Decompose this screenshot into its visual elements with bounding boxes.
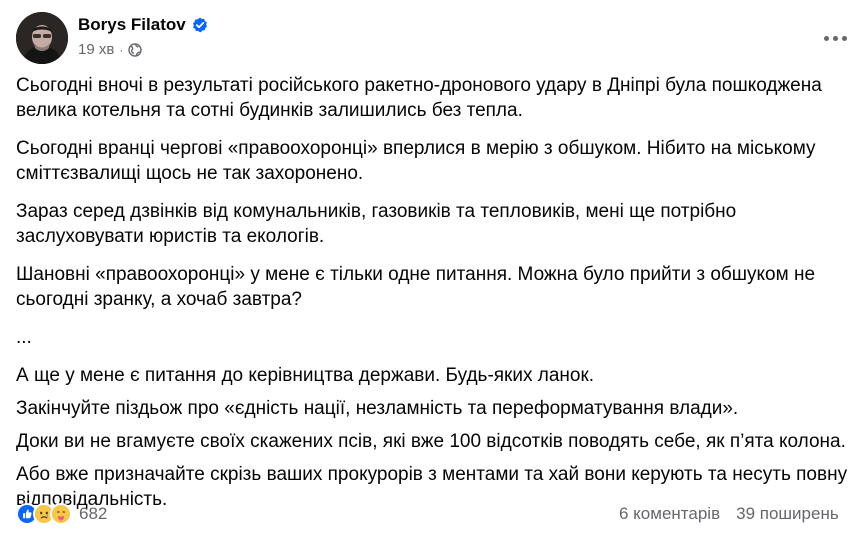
post-paragraph: Доки ви не вгамуєте своїх скажених псів,… [16, 431, 846, 452]
reactions-count[interactable]: 682 [79, 504, 107, 524]
author-name-link[interactable]: Borys Filatov [78, 15, 186, 35]
care-icon [50, 503, 72, 525]
post-paragraph: Сьогодні вночі в результаті російського … [16, 75, 822, 121]
post-paragraph: Закінчуйте піздьож про «єдність нації, н… [16, 398, 739, 419]
author-info: Borys Filatov 19 хв · [78, 12, 208, 58]
post-meta: 19 хв · [78, 41, 208, 58]
more-dot-icon [832, 35, 838, 41]
post-paragraph: Зараз серед дзвінків від комунальників, … [16, 201, 737, 247]
reactions-summary[interactable] [16, 503, 72, 525]
post-timestamp-link[interactable]: 19 хв [78, 41, 114, 58]
shares-count-link[interactable]: 39 поширень [736, 504, 839, 524]
more-dot-icon [823, 35, 829, 41]
post-header: Borys Filatov 19 хв · [16, 12, 208, 66]
post-paragraph: А ще у мене є питання до керівництва дер… [16, 365, 595, 386]
post-body: Сьогодні вночі в результаті російського … [16, 73, 858, 520]
post-paragraph: Сьогодні вранці чергові «правоохоронці» … [16, 138, 816, 184]
verified-badge-icon [192, 17, 208, 33]
author-name-row: Borys Filatov [78, 15, 208, 35]
more-options-button[interactable] [821, 28, 849, 48]
comments-count-link[interactable]: 6 коментарів [619, 504, 720, 524]
post-paragraph: ... [16, 327, 32, 348]
globe-icon[interactable] [128, 42, 143, 57]
meta-separator: · [119, 42, 124, 57]
facebook-post: Borys Filatov 19 хв · Сьогодні вночі в р… [0, 0, 865, 539]
author-avatar[interactable] [16, 12, 68, 64]
more-dot-icon [841, 35, 847, 41]
avatar-portrait-icon [16, 12, 68, 64]
post-footer: 682 6 коментарів 39 поширень [16, 498, 865, 530]
post-paragraph: Шановні «правоохоронці» у мене є тільки … [16, 264, 816, 310]
post-stats: 6 коментарів 39 поширень [619, 498, 839, 530]
